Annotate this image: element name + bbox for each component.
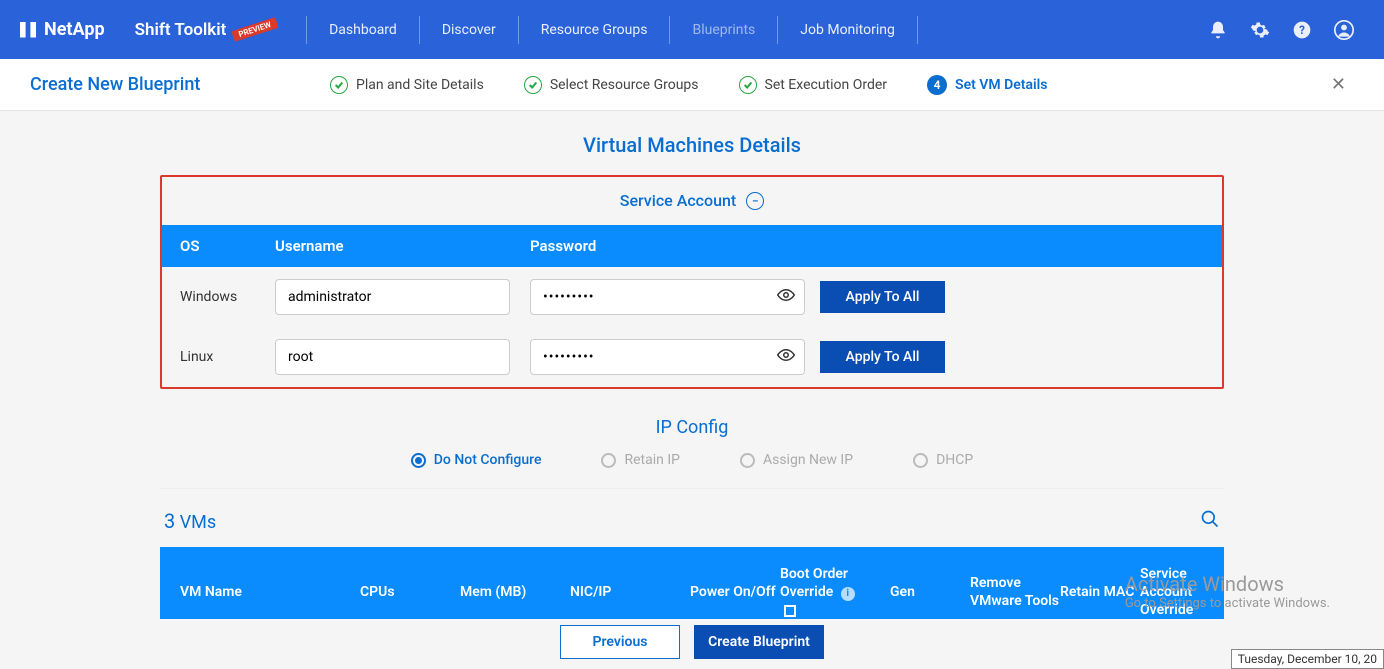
ip-option-retain-ip[interactable]: Retain IP [601, 452, 680, 468]
divider [777, 16, 778, 44]
step-label: Set VM Details [955, 77, 1047, 93]
radio-label: Do Not Configure [434, 452, 542, 468]
th-mem: Mem (MB) [460, 584, 570, 600]
step-label: Select Resource Groups [550, 77, 699, 93]
col-os: OS [180, 237, 275, 255]
bell-icon[interactable] [1208, 20, 1228, 40]
step-label: Set Execution Order [765, 77, 888, 93]
radio-icon [740, 453, 755, 468]
content: Virtual Machines Details Service Account… [0, 111, 1384, 619]
apply-to-all-button[interactable]: Apply To All [820, 341, 945, 373]
divider [669, 16, 670, 44]
radio-icon [601, 453, 616, 468]
radio-icon [411, 453, 426, 468]
vm-count: 3 VMs [164, 509, 216, 533]
app-name: Shift Toolkit [135, 20, 227, 40]
password-input[interactable] [530, 279, 805, 315]
nav-job-monitoring[interactable]: Job Monitoring [788, 16, 907, 44]
radio-icon [913, 453, 928, 468]
vm-count-row: 3 VMs [160, 489, 1224, 547]
create-blueprint-button[interactable]: Create Blueprint [694, 625, 824, 659]
footer-actions: Previous Create Blueprint [0, 625, 1384, 659]
check-icon [739, 76, 757, 94]
eye-icon[interactable] [777, 286, 795, 308]
th-power: Power On/Off [690, 583, 780, 601]
th-vm-name: VM Name [180, 584, 360, 600]
ip-option-do-not-configure[interactable]: Do Not Configure [411, 452, 542, 468]
vm-count-label: VMs [180, 512, 216, 533]
service-account-panel: Service Account − OS Username Password W… [160, 175, 1224, 389]
svg-text:?: ? [1299, 23, 1305, 37]
help-icon[interactable]: ? [1292, 20, 1312, 40]
check-icon [330, 76, 348, 94]
radio-label: DHCP [936, 452, 973, 468]
radio-label: Assign New IP [763, 452, 853, 468]
th-nic: NIC/IP [570, 584, 690, 600]
vm-count-number: 3 [164, 509, 175, 533]
brand: NetApp [20, 19, 105, 40]
wizard-steps: Plan and Site Details Select Resource Gr… [330, 75, 1047, 95]
step-number-badge: 4 [927, 75, 947, 95]
password-input[interactable] [530, 339, 805, 375]
divider [306, 16, 307, 44]
nav-discover[interactable]: Discover [430, 16, 508, 44]
apply-to-all-button[interactable]: Apply To All [820, 281, 945, 313]
th-boot-label: Boot Order Override [780, 566, 848, 600]
service-account-row-windows: Windows Apply To All [162, 267, 1222, 327]
eye-icon[interactable] [777, 346, 795, 368]
service-account-row-linux: Linux Apply To All [162, 327, 1222, 387]
ip-option-assign-new-ip[interactable]: Assign New IP [740, 452, 853, 468]
collapse-icon[interactable]: − [746, 192, 764, 210]
page-title: Virtual Machines Details [160, 133, 1224, 157]
wizard-step-1[interactable]: Plan and Site Details [330, 76, 484, 94]
gear-icon[interactable] [1250, 20, 1270, 40]
th-gen: Gen [890, 584, 970, 600]
nav-blueprints[interactable]: Blueprints [680, 16, 767, 44]
top-nav: NetApp Shift Toolkit PREVIEW Dashboard D… [0, 0, 1384, 59]
radio-label: Retain IP [624, 452, 680, 468]
wizard-title: Create New Blueprint [30, 74, 330, 95]
close-icon[interactable]: ✕ [1323, 70, 1354, 99]
service-account-columns: OS Username Password [162, 225, 1222, 267]
check-icon [524, 76, 542, 94]
service-account-header: Service Account − [162, 177, 1222, 225]
ip-config-title: IP Config [160, 417, 1224, 438]
th-remove-tools: Remove VMware Tools [970, 574, 1060, 610]
wizard-step-2[interactable]: Select Resource Groups [524, 76, 699, 94]
os-label: Windows [180, 289, 275, 305]
wizard-step-3[interactable]: Set Execution Order [739, 76, 888, 94]
ip-config-options: Do Not Configure Retain IP Assign New IP… [160, 452, 1224, 489]
override-checkbox[interactable] [784, 605, 796, 617]
wizard-step-4[interactable]: 4 Set VM Details [927, 75, 1047, 95]
th-retain-mac: Retain MAC [1060, 583, 1140, 601]
user-icon[interactable] [1334, 20, 1354, 40]
col-password: Password [530, 237, 820, 255]
brand-text: NetApp [44, 19, 105, 40]
search-icon[interactable] [1200, 509, 1220, 533]
step-label: Plan and Site Details [356, 77, 484, 93]
username-input[interactable] [275, 279, 510, 315]
nav-resource-groups[interactable]: Resource Groups [529, 16, 660, 44]
col-username: Username [275, 237, 530, 255]
wizard-bar: Create New Blueprint Plan and Site Detai… [0, 59, 1384, 111]
th-cpus: CPUs [360, 584, 460, 600]
service-account-title: Service Account [620, 191, 737, 210]
divider [518, 16, 519, 44]
netapp-logo-icon [20, 22, 36, 38]
th-service-override: Service Account Override [1140, 565, 1230, 619]
vm-table-header: VM Name CPUs Mem (MB) NIC/IP Power On/Of… [160, 547, 1224, 619]
preview-badge: PREVIEW [232, 17, 279, 42]
os-label: Linux [180, 349, 275, 365]
nav-icons: ? [1208, 20, 1364, 40]
divider [419, 16, 420, 44]
nav-dashboard[interactable]: Dashboard [317, 16, 409, 44]
username-input[interactable] [275, 339, 510, 375]
divider [917, 16, 918, 44]
previous-button[interactable]: Previous [560, 625, 680, 659]
nav-links: Dashboard Discover Resource Groups Bluep… [296, 16, 928, 44]
info-icon[interactable]: i [841, 587, 855, 601]
ip-option-dhcp[interactable]: DHCP [913, 452, 973, 468]
th-boot-order: Boot Order Override i [780, 565, 890, 619]
